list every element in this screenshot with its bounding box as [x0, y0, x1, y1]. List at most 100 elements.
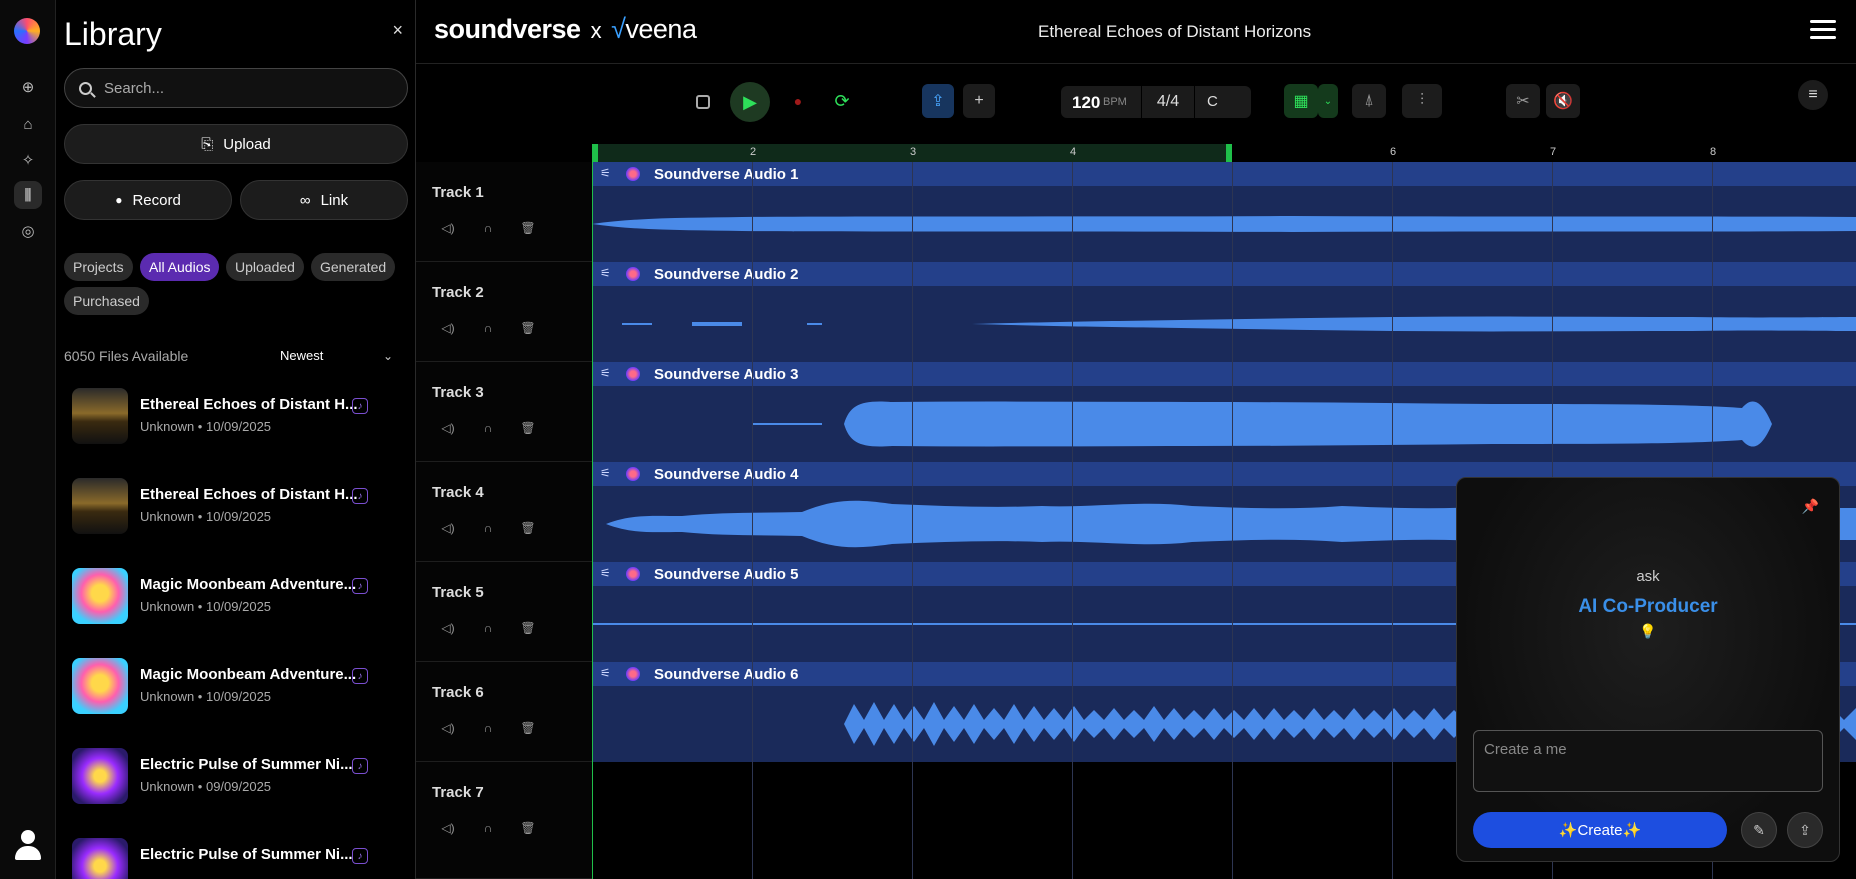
sliders-icon[interactable]: ⚟	[600, 366, 611, 380]
track-header[interactable]: Track 3 ◁) ∩ 🗑	[416, 362, 592, 462]
track-header[interactable]: Track 5 ◁) ∩ 🗑	[416, 562, 592, 662]
add-track-button[interactable]: +	[963, 84, 995, 118]
volume-icon[interactable]: ◁)	[438, 618, 458, 638]
headphones-icon[interactable]: ∩	[478, 518, 498, 538]
cover-thumbnail	[72, 478, 128, 534]
create-button[interactable]: ✨Create✨	[1473, 812, 1727, 848]
volume-icon[interactable]: ◁)	[438, 418, 458, 438]
record-button[interactable]: ● Record	[64, 180, 232, 220]
filter-projects[interactable]: Projects	[64, 253, 133, 281]
filter-uploaded[interactable]: Uploaded	[226, 253, 304, 281]
record-transport-button[interactable]: ●	[786, 89, 810, 113]
soundverse-dot-icon	[626, 167, 640, 181]
export-icon[interactable]: ⇪	[922, 84, 954, 118]
ruler-tick: 3	[910, 146, 917, 158]
list-item[interactable]: Electric Pulse of Summer Ni... ♪	[72, 836, 402, 879]
sliders-icon[interactable]: ⚟	[600, 266, 611, 280]
filter-purchased[interactable]: Purchased	[64, 287, 149, 315]
trash-icon[interactable]: 🗑	[518, 318, 538, 338]
scissors-icon[interactable]: ✂	[1506, 84, 1540, 118]
soundverse-logo-icon[interactable]	[14, 18, 40, 44]
clip-header[interactable]: ⚟ Soundverse Audio 2	[592, 262, 1856, 286]
top-header: soundverse x √veena Ethereal Echoes of Dis…	[416, 0, 1856, 64]
trash-icon[interactable]: 🗑	[518, 518, 538, 538]
track-header[interactable]: Track 4 ◁) ∩ 🗑	[416, 462, 592, 562]
play-button[interactable]: ▶	[730, 82, 770, 122]
track-header[interactable]: Track 2 ◁) ∩ 🗑	[416, 262, 592, 362]
key-value[interactable]: C	[1207, 93, 1218, 110]
stop-icon[interactable]	[696, 95, 710, 109]
volume-icon[interactable]: ◁)	[438, 518, 458, 538]
headphones-icon[interactable]: ∩	[478, 218, 498, 238]
headphones-icon[interactable]: ∩	[478, 618, 498, 638]
headphones-icon[interactable]: ∩	[478, 818, 498, 838]
sliders-icon[interactable]: ⚟	[600, 466, 611, 480]
mixer-icon[interactable]: ⫶	[1402, 84, 1442, 118]
edit-prompt-icon[interactable]: ✎	[1741, 812, 1777, 848]
list-menu-icon[interactable]: ≡	[1798, 80, 1828, 110]
paperclip-icon: ⎘	[201, 135, 214, 153]
track-header[interactable]: Track 7 ◁) ∩ 🗑	[416, 762, 592, 879]
close-library-button[interactable]: ×	[392, 20, 403, 41]
volume-icon[interactable]: ◁)	[438, 218, 458, 238]
volume-icon[interactable]: ◁)	[438, 318, 458, 338]
hamburger-menu-icon[interactable]	[1810, 20, 1836, 40]
grid-icon[interactable]: ▦	[1284, 84, 1318, 118]
grid-dropdown-chevron-icon[interactable]: ⌄	[1318, 84, 1338, 118]
track-header[interactable]: Track 6 ◁) ∩ 🗑	[416, 662, 592, 762]
headphones-icon[interactable]: ∩	[478, 418, 498, 438]
list-item[interactable]: Magic Moonbeam Adventure... Unknown • 10…	[72, 566, 402, 626]
list-item[interactable]: Ethereal Echoes of Distant H... Unknown …	[72, 386, 402, 446]
sliders-icon[interactable]: ⚟	[600, 566, 611, 580]
search-input[interactable]: Search...	[64, 68, 408, 108]
headphones-icon[interactable]: ∩	[478, 718, 498, 738]
new-project-icon[interactable]: ⊕	[14, 73, 42, 101]
list-item[interactable]: Electric Pulse of Summer Ni... Unknown •…	[72, 746, 402, 806]
audio-clip[interactable]: ⚟ Soundverse Audio 1	[592, 162, 1856, 262]
prompt-input[interactable]: Create a me	[1473, 730, 1823, 792]
trash-icon[interactable]: 🗑	[518, 418, 538, 438]
metronome-icon[interactable]: ⍋	[1352, 84, 1386, 118]
sort-select[interactable]: Newest	[280, 348, 323, 363]
timeline-ruler[interactable]: 2 3 4 6 7 8	[592, 144, 1856, 162]
link-button[interactable]: ∞ Link	[240, 180, 408, 220]
clip-header[interactable]: ⚟ Soundverse Audio 1	[592, 162, 1856, 186]
mute-icon[interactable]: 🔇	[1546, 84, 1580, 118]
sliders-icon[interactable]: ⚟	[600, 166, 611, 180]
upload-icon[interactable]: ⇪	[1787, 812, 1823, 848]
pin-icon[interactable]: 📌	[1802, 498, 1819, 515]
volume-icon[interactable]: ◁)	[438, 818, 458, 838]
list-item[interactable]: Ethereal Echoes of Distant H... Unknown …	[72, 476, 402, 536]
upload-button[interactable]: ⎘ Upload	[64, 124, 408, 164]
loop-icon[interactable]: ⟳	[830, 89, 854, 113]
clip-header[interactable]: ⚟ Soundverse Audio 3	[592, 362, 1856, 386]
trash-icon[interactable]: 🗑	[518, 718, 538, 738]
explore-icon[interactable]: ◎	[14, 217, 42, 245]
trash-icon[interactable]: 🗑	[518, 618, 538, 638]
home-icon[interactable]: ⌂	[14, 110, 42, 138]
audio-clip[interactable]: ⚟ Soundverse Audio 2	[592, 262, 1856, 362]
item-subtitle: Unknown • 10/09/2025	[140, 509, 272, 524]
list-item[interactable]: Magic Moonbeam Adventure... Unknown • 10…	[72, 656, 402, 716]
audio-clip[interactable]: ⚟ Soundverse Audio 3	[592, 362, 1856, 462]
tempo-display[interactable]: 120 BPM 4/4 C	[1061, 86, 1251, 118]
user-avatar-icon[interactable]	[10, 828, 46, 864]
time-signature[interactable]: 4/4	[1141, 86, 1195, 118]
trash-icon[interactable]: 🗑	[518, 218, 538, 238]
sliders-icon[interactable]: ⚟	[600, 666, 611, 680]
library-icon[interactable]: ⫼	[14, 181, 42, 209]
volume-icon[interactable]: ◁)	[438, 718, 458, 738]
chevron-down-icon[interactable]: ⌄	[383, 349, 393, 363]
filter-all-audios[interactable]: All Audios	[140, 253, 220, 281]
lightbulb-icon: 💡	[1639, 623, 1657, 639]
ruler-tick: 2	[750, 146, 757, 158]
brand-logo: soundverse x √veena	[434, 14, 697, 45]
clip-label: Soundverse Audio 4	[654, 466, 799, 483]
headphones-icon[interactable]: ∩	[478, 318, 498, 338]
track-header[interactable]: Track 1 ◁) ∩ 🗑	[416, 162, 592, 262]
trash-icon[interactable]: 🗑	[518, 818, 538, 838]
sparkle-icon[interactable]: ✧	[14, 146, 42, 174]
playhead[interactable]	[592, 144, 593, 879]
filter-generated[interactable]: Generated	[311, 253, 396, 281]
grid-line	[1392, 162, 1393, 879]
